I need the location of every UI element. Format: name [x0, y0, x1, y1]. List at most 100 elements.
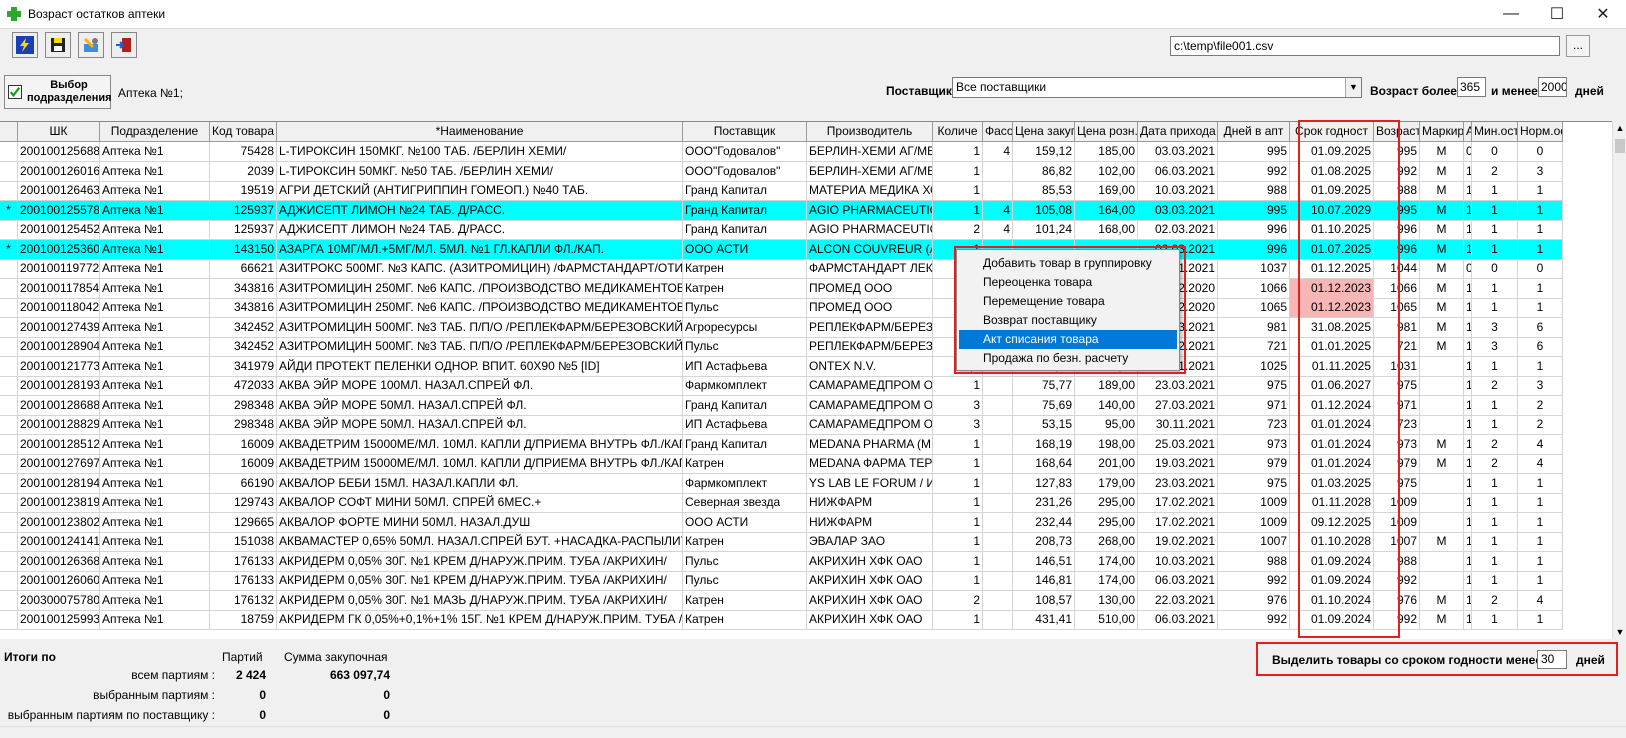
chevron-down-icon[interactable]: ▼ — [1345, 78, 1361, 97]
table-cell: 2 — [1472, 376, 1518, 396]
column-header[interactable]: Мин.ост. — [1472, 122, 1518, 142]
table-cell: 168,19 — [1013, 434, 1075, 455]
table-cell: 1037 — [1218, 259, 1290, 279]
table-row[interactable]: 200100126060 Аптека №1 176133 АКРИДЕРМ 0,05… — [0, 571, 1612, 591]
column-header[interactable]: Код товара — [210, 122, 277, 142]
file-path-input[interactable]: c:\temp\file001.csv — [1170, 36, 1560, 56]
table-cell: 200100123819 — [18, 493, 100, 513]
supplier-select[interactable]: Все поставщики ▼ — [952, 77, 1362, 98]
table-cell: БЕРЛИН-ХЕМИ АГ/МЕНАРИНИ — [807, 161, 933, 182]
table-row[interactable]: 200100128688 Аптека №1 298348 АКВА ЭЙР МОРЕ… — [0, 395, 1612, 416]
menu-item-return-supplier[interactable]: Возврат поставщику — [959, 311, 1177, 330]
column-header[interactable]: Дата прихода — [1138, 122, 1218, 142]
scroll-down-icon[interactable]: ▼ — [1613, 625, 1626, 639]
table-row[interactable]: 200100125993 Аптека №1 18759 АКРИДЕРМ ГК 0,… — [0, 610, 1612, 630]
table-cell: Аптека №1 — [100, 532, 210, 552]
menu-item-add-to-group[interactable]: Добавить товар в группировку — [959, 254, 1177, 273]
table-cell: 1 — [1464, 473, 1472, 494]
expiry-days-input[interactable]: 30 — [1537, 650, 1567, 669]
table-cell: Пульс — [683, 571, 807, 591]
age-max-input[interactable]: 2000 — [1538, 77, 1567, 97]
menu-item-cashless-sale[interactable]: Продажа по безн. расчету — [959, 349, 1177, 368]
column-header[interactable]: Дней в апт — [1218, 122, 1290, 142]
table-row[interactable]: 200100126016 Аптека №1 2039 L-ТИРОКСИН 50МК… — [0, 161, 1612, 182]
scroll-up-icon[interactable]: ▲ — [1613, 121, 1626, 135]
scroll-thumb[interactable] — [1615, 139, 1625, 153]
table-row[interactable]: 200100125688 Аптека №1 75428 L-ТИРОКСИН 150… — [0, 142, 1612, 162]
exit-button[interactable] — [111, 32, 137, 58]
column-header[interactable]: Срок годност — [1290, 122, 1374, 142]
table-cell: 01.06.2027 — [1290, 376, 1374, 396]
table-cell: 200100118042 — [18, 298, 100, 318]
menu-item-write-off[interactable]: Акт списания товара — [959, 330, 1177, 349]
column-header[interactable]: Количе — [933, 122, 983, 142]
table-cell: 17.02.2021 — [1138, 512, 1218, 533]
column-header[interactable]: Цена закуп — [1013, 122, 1075, 142]
table-cell: Аптека №1 — [100, 220, 210, 240]
column-header[interactable]: Возраст — [1374, 122, 1420, 142]
table-cell: 341979 — [210, 356, 277, 377]
browse-button[interactable]: ... — [1566, 35, 1590, 57]
table-row[interactable]: 200100127697 Аптека №1 16009 АКВАДЕТРИМ 150… — [0, 454, 1612, 474]
table-cell: Пульс — [683, 298, 807, 318]
table-cell: 66190 — [210, 473, 277, 494]
column-header[interactable]: Поставщик — [683, 122, 807, 142]
table-cell: 176132 — [210, 590, 277, 611]
table-cell: ЭВАЛАР ЗАО — [807, 532, 933, 552]
save-button[interactable] — [45, 32, 71, 58]
column-header[interactable]: Норм.ос — [1518, 122, 1563, 142]
stock-table[interactable]: ШК Подразделение Код товара *Наименование По… — [0, 121, 1612, 639]
table-row[interactable]: * 200100125360 Аптека №1 143150 АЗАРГА 10МГ/… — [0, 239, 1612, 260]
close-button[interactable]: ✕ — [1580, 0, 1626, 28]
column-header[interactable]: Производитель — [807, 122, 933, 142]
table-row[interactable]: 200100126368 Аптека №1 176133 АКРИДЕРМ 0,05… — [0, 551, 1612, 572]
settings-button[interactable] — [78, 32, 104, 58]
table-cell: 1 — [1472, 415, 1518, 435]
totals-all-sum: 663 097,74 — [329, 668, 390, 682]
table-row[interactable]: 200100123819 Аптека №1 129743 АКВАЛОР СОФТ … — [0, 493, 1612, 513]
select-department-button[interactable]: Выбор подразделения — [4, 75, 112, 109]
table-cell: 16009 — [210, 454, 277, 474]
vertical-scrollbar[interactable]: ▲ ▼ — [1612, 121, 1626, 639]
table-row[interactable]: 200100128829 Аптека №1 298348 АКВА ЭЙР МОРЕ… — [0, 415, 1612, 435]
table-cell: Аптека №1 — [100, 395, 210, 416]
table-row[interactable]: 200300075780 Аптека №1 176132 АКРИДЕРМ 0,05… — [0, 590, 1612, 611]
menu-item-reprice[interactable]: Переоценка товара — [959, 273, 1177, 292]
table-row[interactable]: 200100128904 Аптека №1 342452 АЗИТРОМИЦИН 5… — [0, 337, 1612, 357]
minimize-button[interactable]: — — [1488, 0, 1534, 28]
column-header[interactable]: *Наименование — [277, 122, 683, 142]
table-cell: Гранд Капитал — [683, 395, 807, 416]
table-row[interactable]: 200100117854 Аптека №1 343816 АЗИТРОМИЦИН 2… — [0, 278, 1612, 299]
toolbar-divider — [0, 28, 1626, 29]
table-row[interactable]: 200100126463 Аптека №1 19519 АГРИ ДЕТСКИЙ (… — [0, 181, 1612, 201]
table-cell: 179,00 — [1075, 473, 1138, 494]
column-header[interactable]: ШК — [18, 122, 100, 142]
column-header[interactable]: Подразделение — [100, 122, 210, 142]
table-row[interactable]: 200100121773 Аптека №1 341979 АЙДИ ПРОТЕКТ … — [0, 356, 1612, 377]
table-row[interactable]: * 200100125578 Аптека №1 125937 АДЖИСЕПТ ЛИМ… — [0, 200, 1612, 221]
menu-item-move[interactable]: Перемещение товара — [959, 292, 1177, 311]
table-cell: 1 — [1518, 200, 1563, 221]
maximize-button[interactable]: ☐ — [1534, 0, 1580, 28]
table-cell: АКРИДЕРМ ГК 0,05%+0,1%+1% 15Г. №1 КРЕМ Д… — [277, 610, 683, 630]
run-button[interactable] — [12, 32, 38, 58]
table-row[interactable]: 200100118042 Аптека №1 343816 АЗИТРОМИЦИН 2… — [0, 298, 1612, 318]
table-row[interactable]: 200100128194 Аптека №1 66190 АКВАЛОР БЕБИ 1… — [0, 473, 1612, 494]
table-row[interactable]: 200100128512 Аптека №1 16009 АКВАДЕТРИМ 150… — [0, 434, 1612, 455]
age-min-input[interactable]: 365 — [1457, 77, 1486, 97]
table-row[interactable]: 200100125452 Аптека №1 125937 АДЖИСЕПТ ЛИМО… — [0, 220, 1612, 240]
table-row[interactable]: 200100127439 Аптека №1 342452 АЗИТРОМИЦИН 5… — [0, 317, 1612, 338]
table-row[interactable]: 200100119772 Аптека №1 66621 АЗИТРОКС 500МГ… — [0, 259, 1612, 279]
table-cell: 86,82 — [1013, 161, 1075, 182]
table-cell: М — [1420, 610, 1464, 630]
column-header[interactable]: АМ — [1464, 122, 1472, 142]
title-bar: Возраст остатков аптеки — ☐ ✕ — [0, 0, 1626, 28]
column-header[interactable]: Фасо — [983, 122, 1013, 142]
column-header[interactable]: Цена розн. — [1075, 122, 1138, 142]
table-cell: 168,64 — [1013, 454, 1075, 474]
table-row[interactable]: 200100123802 Аптека №1 129665 АКВАЛОР ФОРТЕ… — [0, 512, 1612, 533]
table-row[interactable]: 200100128193 Аптека №1 472033 АКВА ЭЙР МОРЕ… — [0, 376, 1612, 396]
table-row[interactable]: 200100124141 Аптека №1 151038 АКВАМАСТЕР 0,… — [0, 532, 1612, 552]
row-marker — [0, 415, 18, 435]
column-header[interactable]: Маркир — [1420, 122, 1464, 142]
